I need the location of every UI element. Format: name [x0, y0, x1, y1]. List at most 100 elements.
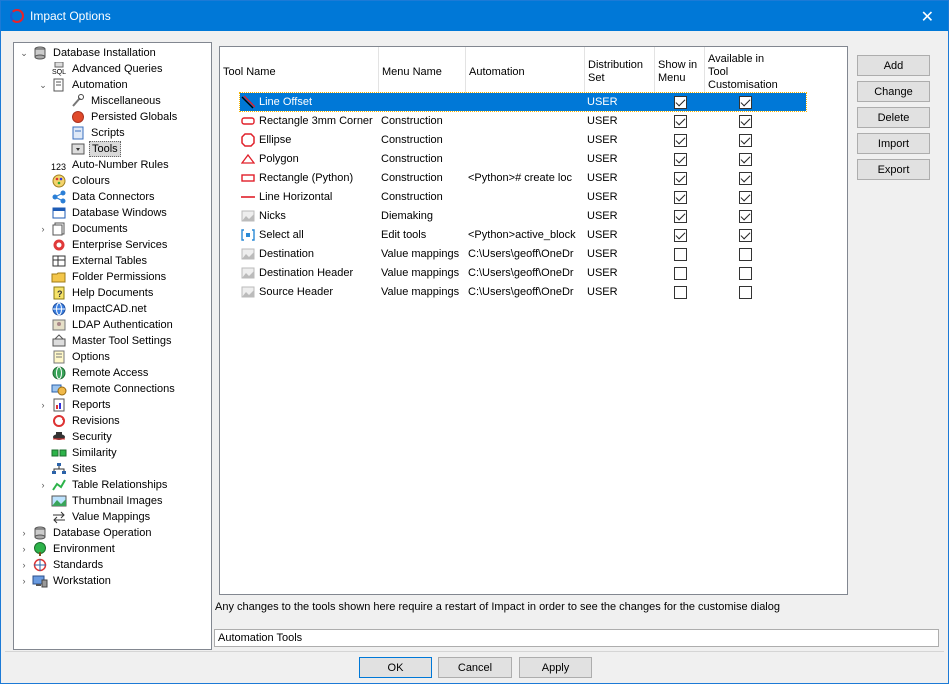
column-header-show-in-menu[interactable]: Show in Menu — [655, 47, 705, 93]
table-row[interactable]: Line Horizontal Construction USER — [240, 188, 806, 206]
tree-item-folder-permissions[interactable]: Folder Permissions — [51, 269, 168, 285]
show-in-menu-checkbox[interactable] — [674, 229, 687, 242]
table-row[interactable]: Polygon Construction USER — [240, 150, 806, 168]
tree-item-persisted-globals[interactable]: Persisted Globals — [70, 109, 179, 125]
tree-item-table-relationships[interactable]: › Table Relationships — [42, 477, 169, 493]
tree-item-impactcad-net[interactable]: ImpactCAD.net — [51, 301, 149, 317]
available-in-customisation-checkbox[interactable] — [739, 96, 752, 109]
tree-item-master-tool-settings[interactable]: Master Tool Settings — [51, 333, 173, 349]
show-in-menu-checkbox[interactable] — [674, 210, 687, 223]
tree-item-revisions[interactable]: Revisions — [51, 413, 122, 429]
options-tree[interactable]: ⌄ Database Installation SQL Advanced Querie… — [13, 42, 212, 650]
tools-table[interactable]: Tool Name Menu Name Automation Distribut… — [219, 46, 848, 595]
show-in-menu-checkbox[interactable] — [674, 153, 687, 166]
delete-button[interactable]: Delete — [857, 107, 930, 128]
tree-item-workstation[interactable]: › Workstation — [23, 573, 113, 589]
available-in-customisation-checkbox[interactable] — [739, 115, 752, 128]
ok-button[interactable]: OK — [359, 657, 432, 678]
table-row[interactable]: Destination Value mappings C:\Users\geoff\… — [240, 245, 806, 263]
available-in-customisation-checkbox[interactable] — [739, 172, 752, 185]
table-row[interactable]: Nicks Diemaking USER — [240, 207, 806, 225]
tree-item-standards[interactable]: › Standards — [23, 557, 105, 573]
show-in-menu-checkbox[interactable] — [674, 267, 687, 280]
numbers-icon: 123 — [51, 158, 67, 172]
chevron-right-icon[interactable]: › — [38, 224, 48, 234]
chevron-right-icon[interactable]: › — [38, 400, 48, 410]
thumbnail-icon — [51, 494, 67, 508]
apply-button[interactable]: Apply — [519, 657, 592, 678]
tree-item-thumbnail-images[interactable]: Thumbnail Images — [51, 493, 165, 509]
chevron-right-icon[interactable]: › — [19, 528, 29, 538]
tree-item-help-documents[interactable]: ? Help Documents — [51, 285, 155, 301]
column-header-menu-name[interactable]: Menu Name — [379, 47, 466, 93]
tree-item-enterprise-services[interactable]: Enterprise Services — [51, 237, 169, 253]
table-row[interactable]: Select all Edit tools <Python>active_block… — [240, 226, 806, 244]
tree-item-similarity[interactable]: Similarity — [51, 445, 119, 461]
chevron-down-icon[interactable]: ⌄ — [19, 48, 29, 58]
column-header-automation[interactable]: Automation — [466, 47, 585, 93]
tree-item-automation[interactable]: ⌄ Automation — [39, 77, 130, 93]
available-in-customisation-checkbox[interactable] — [739, 153, 752, 166]
chevron-right-icon[interactable]: › — [19, 560, 29, 570]
image-icon — [241, 247, 255, 261]
tree-item-label: Enterprise Services — [72, 239, 168, 251]
show-in-menu-checkbox[interactable] — [674, 191, 687, 204]
show-in-menu-checkbox[interactable] — [674, 248, 687, 261]
show-in-menu-checkbox[interactable] — [674, 134, 687, 147]
tree-item-miscellaneous[interactable]: Miscellaneous — [70, 93, 163, 109]
show-in-menu-checkbox[interactable] — [674, 172, 687, 185]
available-in-customisation-checkbox[interactable] — [739, 134, 752, 147]
show-in-menu-checkbox[interactable] — [674, 115, 687, 128]
tree-item-auto-number-rules[interactable]: 123 Auto-Number Rules — [51, 157, 171, 173]
table-row[interactable]: Ellipse Construction USER — [240, 131, 806, 149]
tree-item-documents[interactable]: › Documents — [42, 221, 130, 237]
automation-cell — [468, 150, 583, 168]
export-button[interactable]: Export — [857, 159, 930, 180]
chevron-right-icon[interactable]: › — [38, 480, 48, 490]
show-in-menu-checkbox[interactable] — [674, 96, 687, 109]
chevron-right-icon[interactable]: › — [19, 576, 29, 586]
tree-item-external-tables[interactable]: External Tables — [51, 253, 149, 269]
available-in-customisation-checkbox[interactable] — [739, 248, 752, 261]
close-icon[interactable]: ✕ — [921, 7, 934, 27]
tree-item-database-installation[interactable]: ⌄ Database Installation — [20, 45, 158, 61]
table-row[interactable]: Line Offset USER — [239, 92, 807, 112]
column-header-distribution-set[interactable]: Distribution Set — [585, 47, 655, 93]
tree-item-database-windows[interactable]: Database Windows — [51, 205, 169, 221]
tree-item-scripts[interactable]: Scripts — [70, 125, 127, 141]
available-in-customisation-checkbox[interactable] — [739, 210, 752, 223]
available-in-customisation-checkbox[interactable] — [739, 267, 752, 280]
tree-item-value-mappings[interactable]: Value Mappings — [51, 509, 152, 525]
distribution-set-cell: USER — [587, 115, 618, 127]
table-row[interactable]: Destination Header Value mappings C:\Users… — [240, 264, 806, 282]
tree-item-options[interactable]: Options — [51, 349, 112, 365]
table-row[interactable]: Source Header Value mappings C:\Users\geof… — [240, 283, 806, 301]
tree-item-remote-access[interactable]: Remote Access — [51, 365, 150, 381]
import-button[interactable]: Import — [857, 133, 930, 154]
tree-item-tools[interactable]: Tools — [70, 141, 121, 157]
add-button[interactable]: Add — [857, 55, 930, 76]
tree-item-remote-connections[interactable]: Remote Connections — [51, 381, 177, 397]
table-row[interactable]: Rectangle (Python) Construction <Python># … — [240, 169, 806, 187]
tree-item-environment[interactable]: › Environment — [23, 541, 117, 557]
tree-item-database-operation[interactable]: › Database Operation — [23, 525, 153, 541]
ldap-icon — [51, 318, 67, 332]
column-header-tool-name[interactable]: Tool Name — [220, 47, 379, 93]
available-in-customisation-checkbox[interactable] — [739, 229, 752, 242]
chevron-down-icon[interactable]: ⌄ — [38, 80, 48, 90]
column-header-available-in-tool-customisation[interactable]: Available in Tool Customisation — [705, 47, 785, 93]
cancel-button[interactable]: Cancel — [438, 657, 512, 678]
tree-item-sites[interactable]: Sites — [51, 461, 98, 477]
show-in-menu-checkbox[interactable] — [674, 286, 687, 299]
tree-item-data-connectors[interactable]: Data Connectors — [51, 189, 157, 205]
tree-item-security[interactable]: Security — [51, 429, 114, 445]
tree-item-colours[interactable]: Colours — [51, 173, 112, 189]
tree-item-advanced-queries[interactable]: SQL Advanced Queries — [51, 61, 165, 77]
tree-item-ldap-authentication[interactable]: LDAP Authentication — [51, 317, 175, 333]
tree-item-reports[interactable]: › Reports — [42, 397, 113, 413]
table-row[interactable]: Rectangle 3mm Corner Construction USER — [240, 112, 806, 130]
change-button[interactable]: Change — [857, 81, 930, 102]
available-in-customisation-checkbox[interactable] — [739, 286, 752, 299]
available-in-customisation-checkbox[interactable] — [739, 191, 752, 204]
chevron-right-icon[interactable]: › — [19, 544, 29, 554]
